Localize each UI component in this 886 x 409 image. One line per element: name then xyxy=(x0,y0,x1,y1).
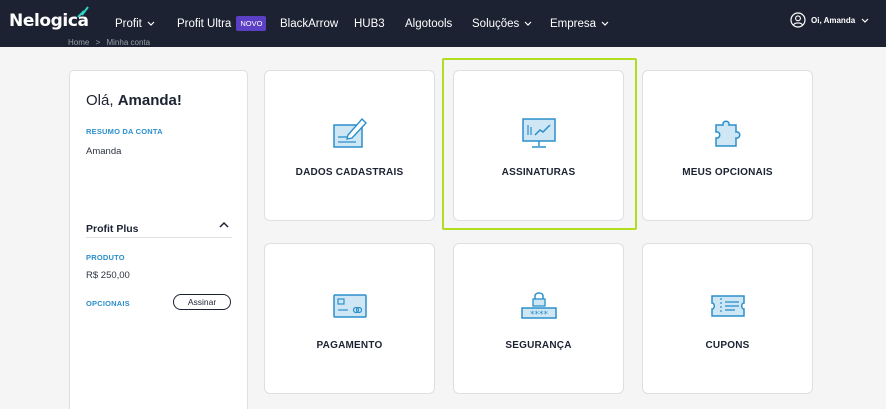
credit-card-icon xyxy=(332,294,367,318)
card-label: DADOS CADASTRAIS xyxy=(295,167,404,178)
chevron-down-icon xyxy=(524,21,532,26)
chevron-down-icon xyxy=(147,21,155,26)
card-cupons[interactable]: CUPONS xyxy=(642,243,813,394)
coupon-ticket-icon xyxy=(710,295,745,317)
selected-card-highlight xyxy=(442,58,637,230)
breadcrumb-home[interactable]: Home xyxy=(68,38,89,47)
logo-bolt-icon xyxy=(77,6,89,18)
nav-label: Profit Ultra xyxy=(177,17,232,30)
nav-item-empresa[interactable]: Empresa xyxy=(550,0,609,47)
card-label: CUPONS xyxy=(705,340,750,351)
nav-label: BlackArrow xyxy=(280,17,339,30)
optionals-label: OPCIONAIS xyxy=(86,299,130,308)
nav-item-profit-ultra[interactable]: Profit Ultra NOVO xyxy=(177,0,267,47)
nav-item-blackarrow[interactable]: BlackArrow xyxy=(280,0,338,47)
user-menu[interactable]: Oi, Amanda xyxy=(790,12,869,28)
card-label: MEUS OPCIONAIS xyxy=(682,167,773,178)
plan-name: Profit Plus xyxy=(86,223,139,235)
greeting-heading: Olá, Amanda! xyxy=(86,92,182,109)
greeting-name: Amanda! xyxy=(117,92,182,109)
subscribe-button[interactable]: Assinar xyxy=(173,294,231,310)
nav-item-hub3[interactable]: HUB3 xyxy=(354,0,385,47)
user-greeting: Oi, Amanda xyxy=(811,15,856,25)
nav-label: HUB3 xyxy=(354,17,385,30)
product-price: R$ 250,00 xyxy=(86,270,130,281)
puzzle-piece-icon xyxy=(714,120,740,147)
pencil-form-icon xyxy=(332,117,367,148)
nav-label: Algotools xyxy=(405,17,453,30)
plan-accordion-header[interactable]: Profit Plus xyxy=(86,219,232,238)
chevron-down-icon xyxy=(601,21,609,26)
breadcrumb-current: Minha conta xyxy=(106,38,151,47)
breadcrumb-separator: > xyxy=(95,38,101,47)
account-summary-label: RESUMO DA CONTA xyxy=(86,127,163,136)
chevron-down-icon xyxy=(861,18,869,23)
account-name: Amanda xyxy=(86,146,122,157)
card-seguranca[interactable]: **** SEGURANÇA xyxy=(453,243,624,394)
chevron-up-icon[interactable] xyxy=(218,220,230,230)
card-pagamento[interactable]: PAGAMENTO xyxy=(264,243,435,394)
new-badge: NOVO xyxy=(236,16,267,31)
card-label: PAGAMENTO xyxy=(316,340,383,351)
greeting-prefix: Olá, xyxy=(86,92,118,109)
lock-password-icon: **** xyxy=(520,292,557,320)
card-label: SEGURANÇA xyxy=(505,340,572,351)
card-dados-cadastrais[interactable]: DADOS CADASTRAIS xyxy=(264,70,435,221)
breadcrumb: Home > Minha conta xyxy=(68,38,154,47)
svg-text:****: **** xyxy=(530,310,549,320)
nav-label: Empresa xyxy=(550,17,597,30)
card-meus-opcionais[interactable]: MEUS OPCIONAIS xyxy=(642,70,813,221)
nav-item-algotools[interactable]: Algotools xyxy=(405,0,452,47)
user-avatar-icon xyxy=(790,12,806,28)
product-label: PRODUTO xyxy=(86,253,125,262)
nav-label: Soluções xyxy=(472,17,520,30)
nav-item-solucoes[interactable]: Soluções xyxy=(472,0,532,47)
account-summary-panel: Olá, Amanda! RESUMO DA CONTA Amanda Prof… xyxy=(69,70,248,409)
nav-label: Profit xyxy=(115,17,142,30)
